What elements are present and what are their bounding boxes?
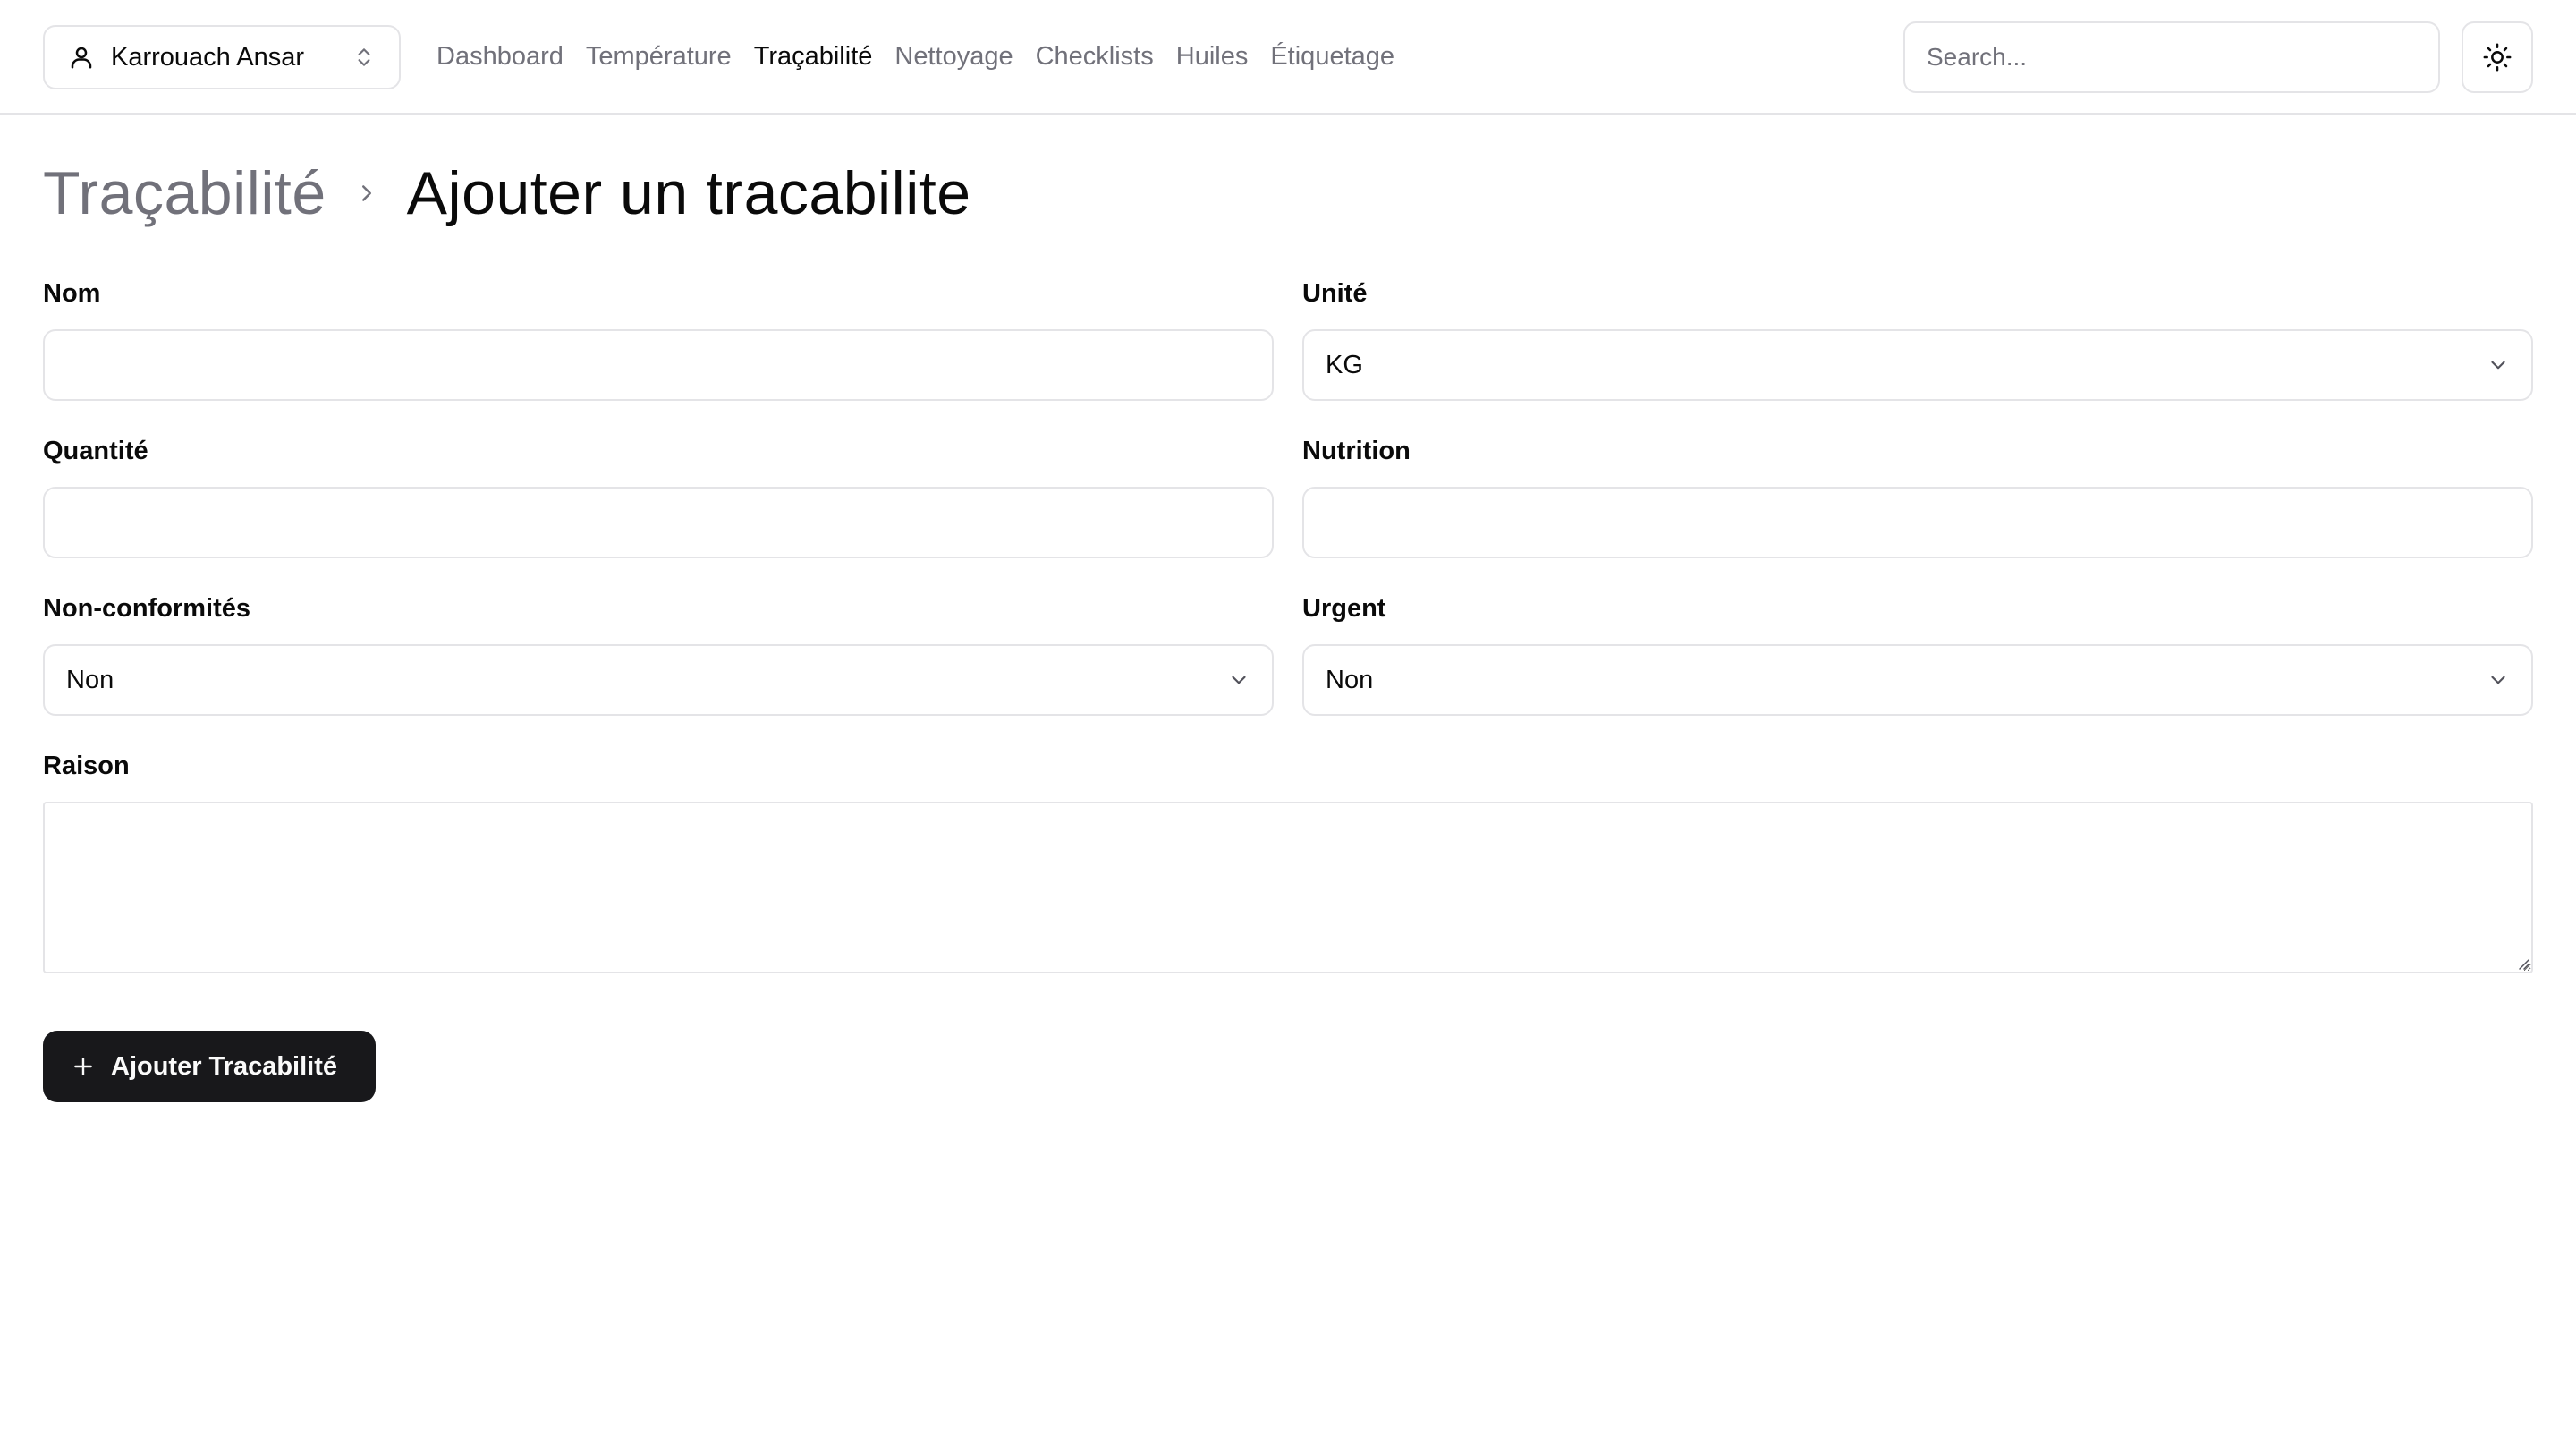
nutrition-input[interactable] <box>1302 487 2533 558</box>
nav-item-nettoyage[interactable]: Nettoyage <box>894 42 1013 72</box>
chevron-down-icon <box>2487 353 2510 377</box>
urgent-selected-value: Non <box>1326 665 1374 694</box>
raison-label: Raison <box>43 752 130 780</box>
urgent-select[interactable]: Non <box>1302 644 2533 716</box>
raison-textarea[interactable] <box>43 802 2533 973</box>
non-conformites-label: Non-conformités <box>43 594 250 623</box>
non-conformites-selected-value: Non <box>66 665 114 694</box>
nav-item-dashboard[interactable]: Dashboard <box>436 42 564 72</box>
user-icon <box>68 44 95 71</box>
theme-toggle-button[interactable] <box>2462 21 2533 93</box>
unite-label: Unité <box>1302 279 1368 308</box>
nav-item-etiquetage[interactable]: Étiquetage <box>1270 42 1394 72</box>
page-title: Ajouter un tracabilite <box>406 159 971 227</box>
nutrition-label: Nutrition <box>1302 437 1411 465</box>
user-name: Karrouach Ansar <box>111 42 305 72</box>
nav-item-temperature[interactable]: Température <box>586 42 732 72</box>
search-input[interactable] <box>1903 21 2440 93</box>
user-switcher[interactable]: Karrouach Ansar <box>43 25 401 89</box>
chevron-down-icon <box>1227 668 1250 692</box>
urgent-label: Urgent <box>1302 594 1386 623</box>
unite-select[interactable]: KG <box>1302 329 2533 401</box>
quantite-label: Quantité <box>43 437 148 465</box>
top-navigation-bar: Karrouach Ansar Dashboard Température Tr… <box>0 0 2576 115</box>
quantite-input[interactable] <box>43 487 1274 558</box>
nav-item-huiles[interactable]: Huiles <box>1176 42 1249 72</box>
nom-label: Nom <box>43 279 101 308</box>
breadcrumb-parent-link[interactable]: Traçabilité <box>43 158 326 228</box>
nom-input[interactable] <box>43 329 1274 401</box>
add-tracabilite-button[interactable]: Ajouter Tracabilité <box>43 1031 376 1102</box>
sun-icon <box>2482 42 2512 72</box>
chevron-down-icon <box>2487 668 2510 692</box>
nav-item-checklists[interactable]: Checklists <box>1036 42 1154 72</box>
nav-item-tracabilite[interactable]: Traçabilité <box>754 42 873 72</box>
chevrons-up-down-icon <box>352 44 376 71</box>
plus-icon <box>72 1055 95 1078</box>
resize-handle-icon[interactable] <box>2515 956 2529 970</box>
non-conformites-select[interactable]: Non <box>43 644 1274 716</box>
chevron-right-icon <box>353 180 380 207</box>
add-tracabilite-button-label: Ajouter Tracabilité <box>111 1051 338 1081</box>
main-nav: Dashboard Température Traçabilité Nettoy… <box>436 0 1417 113</box>
unite-selected-value: KG <box>1326 350 1363 379</box>
breadcrumb: Traçabilité Ajouter un tracabilite <box>43 152 971 234</box>
